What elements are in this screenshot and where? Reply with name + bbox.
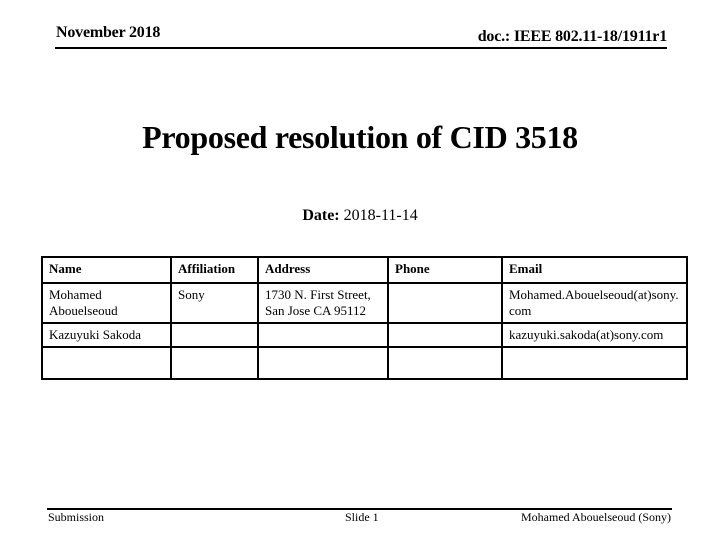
footer-slide-number: Slide 1: [345, 510, 379, 524]
cell-affiliation: [170, 322, 259, 348]
cell-email: [501, 346, 688, 380]
cell-address: 1730 N. First Street, San Jose CA 95112: [257, 282, 389, 324]
date-value: 2018-11-14: [343, 207, 418, 224]
date-line: Date: 2018-11-14: [0, 207, 720, 225]
column-header-address: Address: [257, 256, 389, 284]
column-header-phone: Phone: [387, 256, 503, 284]
cell-name: Kazuyuki Sakoda: [41, 322, 172, 348]
table-header-row: Name Affiliation Address Phone Email: [41, 256, 688, 284]
table-row: [41, 346, 688, 380]
slide-title: Proposed resolution of CID 3518: [142, 119, 578, 155]
cell-email: Mohamed.Abouelseoud(at)sony.com: [501, 282, 688, 324]
table-row: Kazuyuki Sakoda kazuyuki.sakoda(at)sony.…: [41, 322, 688, 348]
table-row: Mohamed Abouelseoud Sony 1730 N. First S…: [41, 282, 688, 324]
cell-affiliation: Sony: [170, 282, 259, 324]
column-header-affiliation: Affiliation: [170, 256, 259, 284]
cell-address: [257, 346, 389, 380]
header-date: November 2018: [56, 24, 161, 41]
column-header-email: Email: [501, 256, 688, 284]
cell-address: [257, 322, 389, 348]
cell-affiliation: [170, 346, 259, 380]
cell-name: [41, 346, 172, 380]
header-doc-id: doc.: IEEE 802.11-18/1911r1: [477, 28, 667, 45]
footer-author: Mohamed Abouelseoud (Sony): [521, 510, 671, 524]
cell-phone: [387, 322, 503, 348]
column-header-name: Name: [41, 256, 172, 284]
cell-email: kazuyuki.sakoda(at)sony.com: [501, 322, 688, 348]
authors-table: Name Affiliation Address Phone Email Moh…: [41, 256, 688, 380]
date-label: Date:: [302, 207, 340, 224]
footer-submission: Submission: [48, 510, 105, 524]
cell-phone: [387, 282, 503, 324]
cell-phone: [387, 346, 503, 380]
cell-name: Mohamed Abouelseoud: [41, 282, 172, 324]
header-divider: [55, 47, 667, 49]
